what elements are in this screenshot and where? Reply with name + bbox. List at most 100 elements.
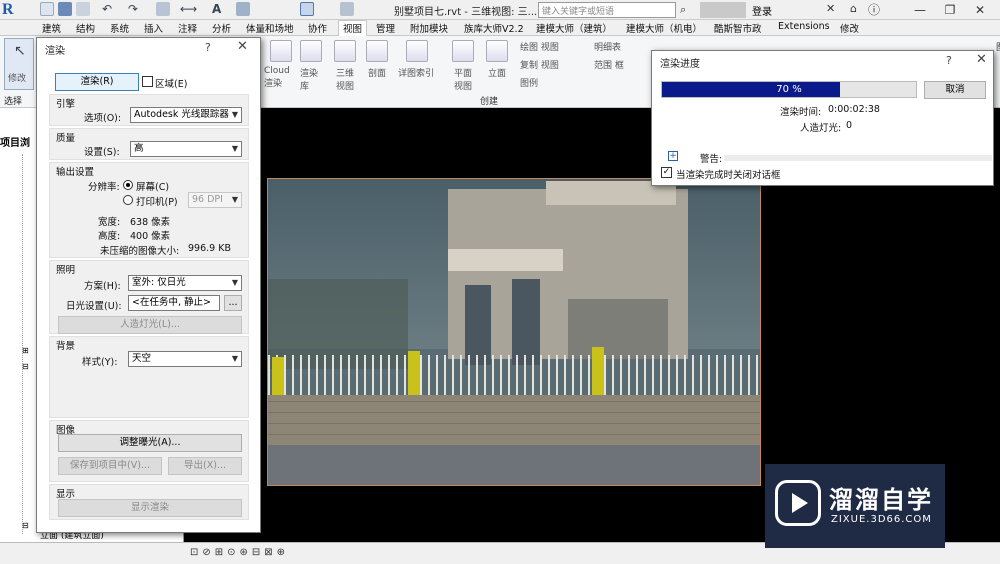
window-title: 别墅项目七.rvt - 三维视图: 三...	[394, 7, 538, 18]
3d-view-icon[interactable]	[236, 2, 250, 16]
progress-percent: 70 %	[776, 84, 802, 95]
schedules-button[interactable]: 明细表	[594, 40, 621, 53]
sun-setting-field[interactable]: <在任务中, 静止>	[128, 295, 220, 311]
save-icon[interactable]	[58, 2, 72, 16]
elevation-icon[interactable]	[486, 40, 508, 62]
cancel-button[interactable]: 取消	[924, 81, 986, 99]
height-value: 400 像素	[130, 231, 171, 242]
help-button[interactable]: ?	[946, 54, 952, 67]
exchange-icon[interactable]: ✕	[826, 2, 835, 15]
watermark: 溜溜自学 ZIXUE.3D66.COM	[765, 464, 945, 548]
tab-modeler-mep[interactable]: 建模大师（机电）	[626, 21, 702, 35]
tab-massing-site[interactable]: 体量和场地	[246, 21, 294, 35]
artificial-lights-button[interactable]: 人造灯光(L)...	[58, 316, 242, 334]
window-image	[512, 279, 540, 365]
legend-button[interactable]: 图例	[520, 76, 538, 89]
cursor-icon: ↖	[14, 43, 26, 59]
engine-group-label: 引擎	[56, 99, 76, 110]
tree-expand-icon[interactable]: ⊞	[22, 346, 29, 355]
tab-addins[interactable]: 附加模块	[410, 21, 448, 35]
scheme-select[interactable]: 室外: 仅日光 ▼	[128, 275, 242, 291]
tab-collaborate[interactable]: 协作	[308, 21, 327, 35]
project-browser-title: 项目浏	[0, 138, 30, 149]
watermark-url: ZIXUE.3D66.COM	[831, 514, 932, 525]
tab-analyze[interactable]: 分析	[212, 21, 231, 35]
engine-select[interactable]: Autodesk 光线跟踪器 ▼	[130, 107, 242, 123]
close-on-complete-checkbox[interactable]: ✓	[661, 167, 672, 178]
render-gallery-icon[interactable]	[300, 40, 322, 62]
save-to-project-button[interactable]: 保存到项目中(V)...	[58, 457, 162, 475]
dpi-select[interactable]: 96 DPI ▼	[188, 192, 242, 208]
quality-select[interactable]: 高 ▼	[130, 141, 242, 157]
screen-label: 屏幕(C)	[136, 182, 170, 193]
tab-municipal[interactable]: 酷斯智市政	[714, 21, 762, 35]
sun-setting-more-button[interactable]: ...	[224, 295, 242, 311]
select-dropdown[interactable]: 选择	[4, 94, 22, 107]
tab-family-library[interactable]: 族库大师V2.2	[464, 21, 524, 35]
thin-lines-icon[interactable]	[300, 2, 314, 16]
close-hidden-icon[interactable]	[340, 2, 354, 16]
search-input[interactable]: 键入关键字或短语	[538, 2, 676, 18]
screen-radio[interactable]	[123, 180, 133, 190]
tab-annotate[interactable]: 注释	[178, 21, 197, 35]
tab-extensions[interactable]: Extensions	[778, 21, 830, 32]
tree-collapse-icon[interactable]: ⊟	[22, 362, 29, 371]
background-style-select[interactable]: 天空 ▼	[128, 351, 242, 367]
warning-label: 警告:	[700, 154, 723, 165]
tab-structure[interactable]: 结构	[76, 21, 95, 35]
help-button[interactable]: ?	[205, 41, 211, 54]
measure-icon[interactable]: ⟷	[180, 2, 197, 16]
drafting-view-button[interactable]: 绘图 视图	[520, 40, 559, 53]
tab-systems[interactable]: 系统	[110, 21, 129, 35]
image-section: 图像 调整曝光(A)... 保存到项目中(V)... 导出(X)...	[49, 420, 249, 482]
chevron-down-icon: ▼	[231, 110, 238, 119]
sheet-button[interactable]: 图纸	[996, 40, 1000, 53]
tab-modify[interactable]: 修改	[840, 21, 859, 35]
binoculars-icon[interactable]: ⌕	[680, 3, 686, 17]
undo-icon[interactable]: ↶	[102, 2, 116, 16]
close-window-icon[interactable]: ✕	[960, 0, 1000, 20]
render-button[interactable]: 渲染(R)	[55, 73, 139, 91]
help-icon[interactable]: ⓘ	[868, 1, 880, 18]
render-viewport[interactable]	[267, 178, 761, 486]
show-render-button[interactable]: 显示渲染	[58, 499, 242, 517]
subscription-icon[interactable]	[700, 2, 746, 18]
expand-warnings-icon[interactable]: +	[668, 151, 678, 161]
open-icon[interactable]	[40, 2, 54, 16]
tab-architecture[interactable]: 建筑	[42, 21, 61, 35]
connect-icon[interactable]: ⌂	[850, 2, 857, 15]
close-icon[interactable]: ✕	[237, 39, 248, 54]
view-control-icons[interactable]: ⊡⊘⊞⊙⊛⊟⊠⊕	[190, 547, 289, 558]
section-icon[interactable]	[366, 40, 388, 62]
cloud-render-icon[interactable]	[270, 40, 292, 62]
login-button[interactable]: 登录	[752, 3, 772, 18]
sync-icon[interactable]	[76, 2, 90, 16]
redo-icon[interactable]: ↷	[128, 2, 142, 16]
width-value: 638 像素	[130, 217, 171, 228]
adjust-exposure-button[interactable]: 调整曝光(A)...	[58, 434, 242, 452]
export-button[interactable]: 导出(X)...	[168, 457, 242, 475]
scope-box-button[interactable]: 范围 框	[594, 58, 624, 71]
play-triangle-icon	[792, 493, 808, 513]
tab-view[interactable]: 视图	[338, 20, 368, 36]
tab-modeler-arch[interactable]: 建模大师（建筑）	[536, 21, 612, 35]
3d-view-button-icon[interactable]	[334, 40, 356, 62]
duplicate-view-button[interactable]: 复制 视图	[520, 58, 559, 71]
modify-button[interactable]: ↖ 修改	[4, 38, 34, 90]
elevation-label: 立面	[488, 69, 507, 79]
app-menu-button[interactable]: R	[2, 1, 30, 19]
close-icon[interactable]: ✕	[976, 52, 987, 67]
print-icon[interactable]	[156, 2, 170, 16]
tab-insert[interactable]: 插入	[144, 21, 163, 35]
text-icon[interactable]: A	[212, 2, 226, 16]
artificial-lights-label: 人造灯光:	[800, 123, 842, 134]
callout-icon[interactable]	[406, 40, 428, 62]
region-checkbox[interactable]	[142, 76, 153, 87]
option-label: 选项(O):	[84, 113, 122, 124]
plan-view-icon[interactable]	[452, 40, 474, 62]
tree-collapse-icon[interactable]: ⊟	[22, 521, 29, 530]
printer-radio[interactable]	[123, 195, 133, 205]
quality-select-value: 高	[134, 143, 144, 154]
tab-manage[interactable]: 管理	[376, 21, 395, 35]
artificial-lights-value: 0	[846, 120, 853, 131]
